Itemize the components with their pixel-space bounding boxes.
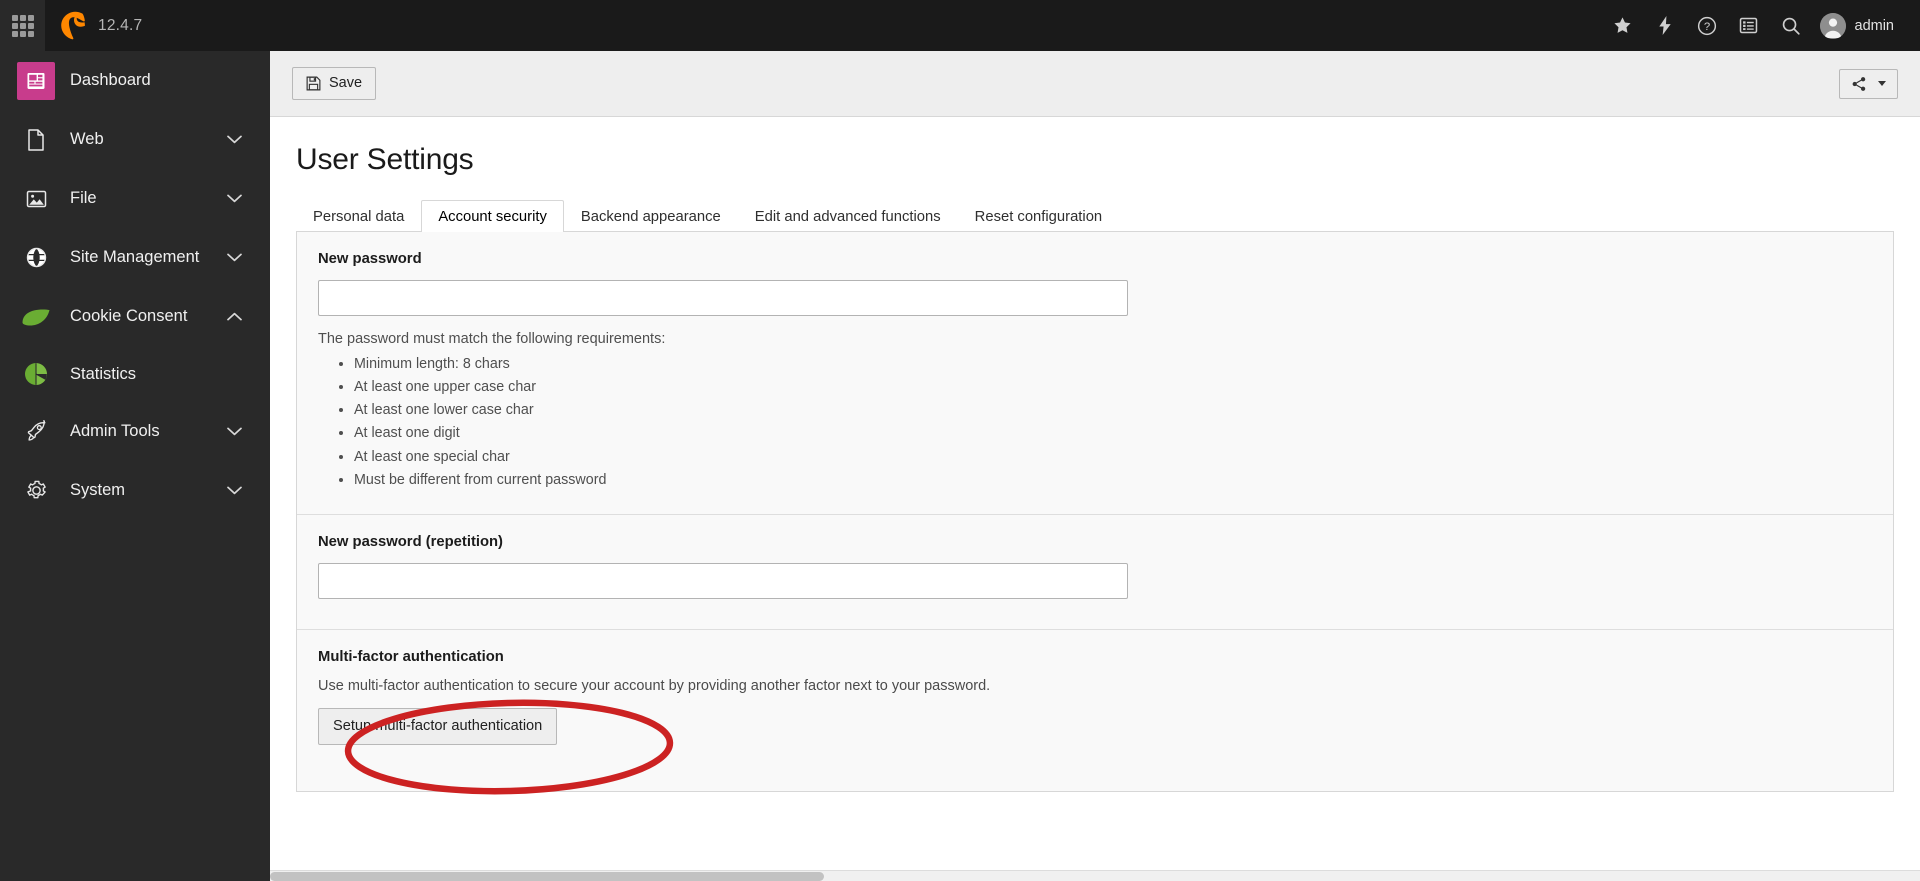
settings-tabs: Personal data Account security Backend a… xyxy=(296,199,1894,232)
section-new-password: New password The password must match the… xyxy=(297,232,1893,515)
mfa-label: Multi-factor authentication xyxy=(318,648,504,665)
gear-icon xyxy=(17,472,55,510)
user-avatar-icon xyxy=(1819,12,1846,39)
chevron-down-icon[interactable] xyxy=(227,131,242,149)
sidebar-item-label: File xyxy=(70,189,97,207)
requirement-item: At least one lower case char xyxy=(354,399,1872,422)
requirement-item: Must be different from current password xyxy=(354,469,1872,492)
main-content: Save User Settings Personal data Account… xyxy=(270,51,1920,881)
sidebar-item-cookie-consent[interactable]: Cookie Consent xyxy=(0,287,270,346)
sidebar-item-label: Web xyxy=(70,130,104,148)
sidebar-item-label: Dashboard xyxy=(70,71,151,89)
help-button[interactable]: ? xyxy=(1686,0,1728,51)
sidebar-item-label: Statistics xyxy=(70,364,137,383)
lightning-bolt-icon xyxy=(1658,16,1671,35)
tab-reset-configuration[interactable]: Reset configuration xyxy=(958,200,1120,232)
tab-edit-and-advanced-functions[interactable]: Edit and advanced functions xyxy=(738,200,958,232)
svg-text:?: ? xyxy=(1703,21,1709,33)
share-nodes-icon xyxy=(1852,76,1866,91)
new-password-label: New password xyxy=(318,251,422,267)
new-password-repetition-input[interactable] xyxy=(318,562,1128,599)
requirement-item: At least one special char xyxy=(354,446,1872,469)
new-password-repetition-label: New password (repetition) xyxy=(318,533,503,550)
sidebar-item-file[interactable]: File xyxy=(0,169,270,228)
grid-icon xyxy=(11,14,34,37)
topbar-actions: ? admin xyxy=(1602,0,1920,51)
password-requirements-intro: The password must match the following re… xyxy=(318,331,666,347)
search-icon xyxy=(1782,17,1800,35)
sidebar-item-web[interactable]: Web xyxy=(0,110,270,169)
workspaces-button[interactable] xyxy=(1728,0,1770,51)
new-password-input[interactable] xyxy=(318,280,1128,316)
sidebar-item-admin-tools[interactable]: Admin Tools xyxy=(0,402,270,461)
tabpanel-account-security: New password The password must match the… xyxy=(296,232,1894,792)
sidebar-item-label: System xyxy=(70,481,126,499)
save-button[interactable]: Save xyxy=(292,67,377,100)
logo-area[interactable]: 12.4.7 xyxy=(45,0,270,51)
user-name: admin xyxy=(1854,17,1895,34)
sidebar: Dashboard Web File Site Management Cooki… xyxy=(0,51,270,881)
section-multi-factor-authentication: Multi-factor authentication Use multi-fa… xyxy=(297,630,1893,791)
sidebar-item-statistics[interactable]: Statistics xyxy=(0,346,270,402)
module-menu-toggle[interactable] xyxy=(0,0,45,51)
star-icon xyxy=(1614,17,1631,33)
content-body: User Settings Personal data Account secu… xyxy=(270,117,1920,881)
floppy-disk-icon xyxy=(306,76,321,91)
chevron-down-icon[interactable] xyxy=(227,190,242,208)
share-dropdown-button[interactable] xyxy=(1839,68,1898,99)
sidebar-item-system[interactable]: System xyxy=(0,461,270,520)
list-clipboard-icon xyxy=(1739,17,1758,34)
dashboard-icon xyxy=(17,61,55,100)
chevron-up-icon[interactable] xyxy=(227,308,242,326)
tab-personal-data[interactable]: Personal data xyxy=(296,200,421,232)
docheader-toolbar: Save xyxy=(270,51,1920,117)
topbar: 12.4.7 ? admin xyxy=(0,0,1920,51)
page-document-icon xyxy=(17,121,55,159)
sidebar-item-label: Site Management xyxy=(70,248,200,266)
caret-down-icon xyxy=(1878,81,1886,86)
leaf-icon xyxy=(17,298,55,336)
pie-chart-icon xyxy=(17,355,55,393)
requirement-item: At least one upper case char xyxy=(354,376,1872,399)
setup-mfa-button[interactable]: Setup multi-factor authentication xyxy=(318,707,558,745)
clear-cache-button[interactable] xyxy=(1644,0,1686,51)
chevron-down-icon[interactable] xyxy=(227,249,242,267)
requirement-item: Minimum length: 8 chars xyxy=(354,353,1872,376)
sidebar-item-label: Cookie Consent xyxy=(70,307,188,325)
section-new-password-repetition: New password (repetition) xyxy=(297,515,1893,630)
image-file-icon xyxy=(17,180,55,218)
page-title: User Settings xyxy=(296,143,474,176)
avatar xyxy=(1819,12,1846,39)
requirement-item: At least one digit xyxy=(354,422,1872,445)
tab-backend-appearance[interactable]: Backend appearance xyxy=(564,200,738,232)
globe-icon xyxy=(17,239,55,277)
search-button[interactable] xyxy=(1770,0,1812,51)
password-requirements-list: Minimum length: 8 chars At least one upp… xyxy=(354,353,1872,492)
horizontal-scrollbar[interactable] xyxy=(270,870,1920,881)
sidebar-item-site-management[interactable]: Site Management xyxy=(0,228,270,287)
chevron-down-icon[interactable] xyxy=(227,482,242,500)
chevron-down-icon[interactable] xyxy=(227,423,242,441)
question-circle-icon: ? xyxy=(1697,16,1716,35)
typo3-logo-icon xyxy=(61,11,85,39)
sidebar-item-label: Admin Tools xyxy=(70,422,160,440)
tab-account-security[interactable]: Account security xyxy=(421,200,564,232)
mfa-description: Use multi-factor authentication to secur… xyxy=(318,677,991,694)
rocket-icon xyxy=(17,413,55,451)
typo3-version: 12.4.7 xyxy=(98,16,143,34)
sidebar-item-dashboard[interactable]: Dashboard xyxy=(0,51,270,110)
user-menu-button[interactable]: admin xyxy=(1812,0,1907,51)
scrollbar-thumb[interactable] xyxy=(270,872,824,881)
save-button-label: Save xyxy=(329,75,363,92)
bookmarks-button[interactable] xyxy=(1602,0,1644,51)
